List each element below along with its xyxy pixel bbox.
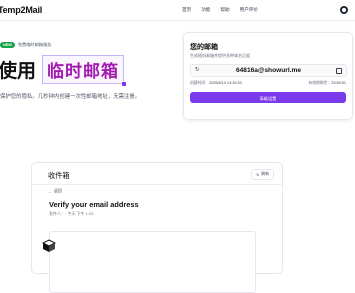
divider	[32, 184, 282, 185]
created-label: 创建时间：	[190, 81, 209, 85]
back-arrow-icon: ←	[48, 188, 52, 194]
created-time: 创建时间：2025/6/13 13:32:53	[190, 81, 242, 86]
top-navbar: Temp2Mail 首页 功能 帮助 用户评价	[0, 0, 355, 21]
email-address-field[interactable]: ↻ 64816a@showurl.me	[190, 64, 347, 77]
hero-subtitle: 保护您的隐私。几秒钟内创建一次性邮箱地址，无需注册。	[0, 94, 141, 100]
inbox-panel: 收件箱 ↻ 刷新 ← 返回 Verify your email address …	[31, 162, 283, 293]
main-nav: 首页 功能 帮助 用户评价	[182, 7, 258, 13]
back-button[interactable]: ← 返回	[48, 188, 62, 194]
mailbox-title: 您的邮箱	[190, 44, 218, 51]
inbox-title: 收件箱	[48, 171, 70, 180]
nav-help[interactable]: 帮助	[220, 7, 229, 13]
back-label: 返回	[54, 188, 62, 193]
package-icon	[42, 239, 56, 252]
copy-icon[interactable]	[336, 68, 342, 74]
refresh-label: 刷新	[261, 172, 269, 176]
expires-value: 23:59:31	[331, 81, 346, 85]
email-sender: 发件人：· 今天 下午 1:33	[49, 211, 94, 216]
email-address: 64816a@showurl.me	[235, 67, 302, 74]
nav-reviews[interactable]: 用户评价	[240, 7, 258, 13]
new-badge: NEW 免费临时邮箱服务	[0, 42, 51, 48]
headline-plain: 使用	[0, 60, 37, 82]
mailbox-description: 生成随机邮箱并提供多种域名后缀	[190, 53, 250, 58]
mailbox-card: 您的邮箱 生成随机邮箱并提供多种域名后缀 ↻ 64816a@showurl.me…	[183, 32, 353, 120]
nav-features[interactable]: 功能	[201, 7, 210, 13]
created-value: 2025/6/13 13:32:53	[208, 81, 242, 85]
hero-headline: 使用 临时邮箱	[0, 54, 127, 86]
expires-label: 有效期剩余：	[308, 81, 332, 85]
github-icon[interactable]	[340, 6, 348, 14]
badge-text: 免费临时邮箱服务	[17, 42, 52, 47]
app-logo[interactable]: Temp2Mail	[0, 5, 42, 15]
expiry-time: 有效期剩余：23:59:31	[308, 81, 346, 86]
inbox-refresh-button[interactable]: ↻ 刷新	[251, 169, 274, 180]
refresh-icon: ↻	[256, 173, 260, 177]
advanced-settings-button[interactable]: 高级设置	[190, 92, 346, 103]
headline-highlight: 临时邮箱	[42, 54, 127, 86]
email-subject: Verify your email address	[49, 200, 139, 209]
nav-home[interactable]: 首页	[182, 7, 191, 13]
email-body	[49, 231, 256, 293]
badge-new-label: NEW	[0, 42, 15, 48]
